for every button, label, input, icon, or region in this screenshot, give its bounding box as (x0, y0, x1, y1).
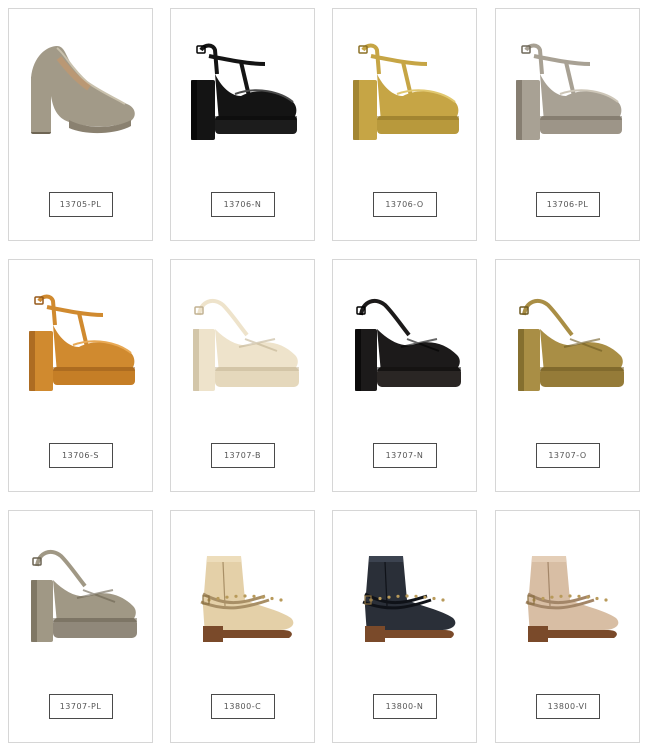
product-image[interactable] (17, 536, 145, 656)
t-strap-platform-icon (191, 43, 297, 140)
product-code-button[interactable]: 13800-C (210, 694, 275, 719)
product-card[interactable]: 13800-N (332, 510, 477, 743)
t-strap-platform-icon (353, 43, 459, 140)
ankle-boot-icon (525, 556, 619, 642)
product-code-button[interactable]: 13706-O (372, 192, 437, 217)
product-card[interactable]: 13707-N (332, 259, 477, 492)
product-image[interactable] (341, 285, 469, 405)
product-code-button[interactable]: 13800-N (372, 694, 437, 719)
product-code-button[interactable]: 13705-PL (48, 192, 113, 217)
product-image[interactable] (504, 34, 632, 154)
product-card[interactable]: 13706-PL (495, 8, 640, 241)
ankle-boot-icon (362, 556, 456, 642)
product-card[interactable]: 13707-B (170, 259, 315, 492)
slingback-platform-icon (31, 549, 137, 642)
slingback-platform-icon (193, 298, 299, 391)
product-card[interactable]: 13707-PL (8, 510, 153, 743)
product-image[interactable] (341, 34, 469, 154)
product-image[interactable] (179, 285, 307, 405)
slingback-platform-icon (355, 298, 461, 391)
product-image[interactable] (341, 536, 469, 656)
t-strap-platform-icon (29, 294, 135, 391)
product-code-button[interactable]: 13707-O (535, 443, 600, 468)
product-code-button[interactable]: 13707-N (372, 443, 437, 468)
product-code-button[interactable]: 13706-S (48, 443, 113, 468)
product-card[interactable]: 13706-O (332, 8, 477, 241)
product-grid: 13705-PL 13706-N 13706-O 13706-PL 13706-… (0, 0, 650, 751)
product-code-button[interactable]: 13706-PL (535, 192, 600, 217)
product-image[interactable] (17, 285, 145, 405)
product-card[interactable]: 13707-O (495, 259, 640, 492)
ankle-boot-icon (200, 556, 294, 642)
product-card[interactable]: 13800-VI (495, 510, 640, 743)
product-code-button[interactable]: 13707-PL (48, 694, 113, 719)
product-image[interactable] (504, 536, 632, 656)
product-card[interactable]: 13706-S (8, 259, 153, 492)
product-code-button[interactable]: 13800-VI (535, 694, 600, 719)
t-strap-platform-icon (516, 43, 622, 140)
product-code-button[interactable]: 13706-N (210, 192, 275, 217)
product-image[interactable] (179, 34, 307, 154)
pump-shoe-icon (31, 46, 135, 134)
slingback-platform-icon (518, 298, 624, 391)
product-card[interactable]: 13706-N (170, 8, 315, 241)
product-image[interactable] (17, 34, 145, 154)
product-image[interactable] (504, 285, 632, 405)
product-image[interactable] (179, 536, 307, 656)
product-card[interactable]: 13800-C (170, 510, 315, 743)
product-card[interactable]: 13705-PL (8, 8, 153, 241)
product-code-button[interactable]: 13707-B (210, 443, 275, 468)
